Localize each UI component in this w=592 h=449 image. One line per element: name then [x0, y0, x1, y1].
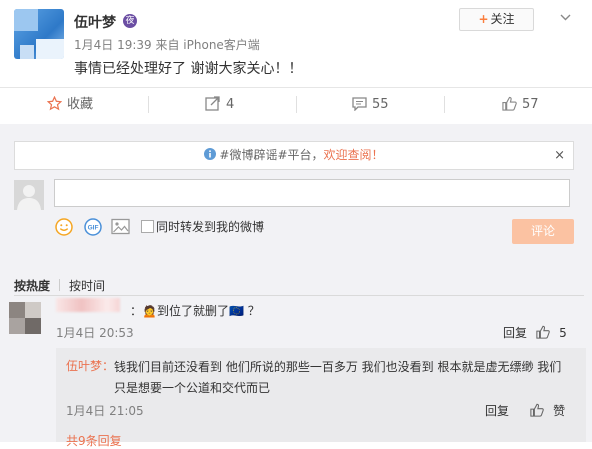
comment-like-button[interactable]: 5: [536, 322, 567, 341]
submit-comment-button[interactable]: 评论: [512, 219, 574, 244]
rumor-notice-banner: #微博辟谣#平台，欢迎查阅！ ×: [14, 141, 574, 170]
post-text: 事情已经处理好了 谢谢大家关心！！: [74, 61, 303, 77]
reply-reply-button[interactable]: 回复: [485, 402, 509, 419]
comment-input[interactable]: [54, 179, 570, 207]
like-button[interactable]: 57: [502, 96, 539, 114]
info-icon: [204, 148, 217, 160]
sort-by-time-tab[interactable]: 按时间: [69, 277, 105, 294]
thumbs-up-icon: [536, 325, 550, 339]
favorite-label: 收藏: [67, 97, 94, 112]
chevron-down-icon[interactable]: [560, 10, 571, 24]
like-count: 57: [522, 97, 539, 112]
sort-by-hot-tab[interactable]: 按热度: [14, 277, 50, 294]
post-meta: 1月4日 19:39 来自 iPhone客户端: [74, 38, 260, 52]
star-icon: [46, 95, 63, 111]
follow-label: 关注: [490, 12, 515, 26]
notice-link[interactable]: 欢迎查阅！: [324, 148, 384, 162]
reply-text: 钱我们目前还没看到 他们所说的那些一百多万 我们也没看到 根本就是虚无缥缈 我们…: [114, 360, 562, 395]
comment-text: ：🙍到位了就删了🇪🇺 ？: [130, 304, 260, 318]
author-avatar[interactable]: [14, 9, 64, 59]
commenter-name-redacted[interactable]: [56, 298, 120, 312]
commenter-avatar[interactable]: [9, 302, 41, 334]
sort-divider-line: [14, 295, 584, 296]
notice-text: #微博辟谣#平台，: [219, 148, 324, 162]
comment-reply-button[interactable]: 回复: [503, 324, 527, 341]
favorite-button[interactable]: 收藏: [46, 95, 94, 114]
image-icon[interactable]: [111, 218, 130, 239]
comment-icon: [352, 97, 367, 112]
my-avatar: [14, 180, 44, 210]
forward-checkbox[interactable]: [141, 220, 154, 233]
sort-divider: [59, 279, 60, 291]
comment-like-count: 5: [559, 326, 567, 340]
repost-button[interactable]: 4: [205, 96, 234, 114]
reply-like-label: 赞: [553, 404, 566, 418]
forward-label[interactable]: 同时转发到我的微博: [156, 218, 264, 235]
more-replies-link[interactable]: 共9条回复: [66, 432, 122, 449]
reply-like-button[interactable]: 赞: [530, 400, 565, 419]
repost-icon: [205, 96, 220, 111]
close-icon[interactable]: ×: [554, 142, 565, 169]
author-name[interactable]: 伍叶梦: [74, 12, 116, 32]
reply-author[interactable]: 伍叶梦：: [66, 357, 114, 374]
gif-icon[interactable]: GIF: [84, 218, 102, 240]
comment-time: 1月4日 20:53: [56, 326, 134, 340]
comment-count: 55: [372, 97, 389, 112]
comment-button[interactable]: 55: [352, 96, 389, 114]
emoji-icon[interactable]: [55, 218, 73, 240]
svg-text:GIF: GIF: [88, 225, 99, 232]
plus-icon: +: [478, 12, 489, 26]
thumbs-up-icon: [530, 403, 544, 417]
thumbs-up-icon: [502, 96, 517, 111]
follow-button[interactable]: + 关注: [459, 8, 534, 31]
repost-count: 4: [226, 97, 235, 112]
vip-badge-icon: 夜: [123, 14, 137, 28]
reply-time: 1月4日 21:05: [66, 404, 144, 418]
